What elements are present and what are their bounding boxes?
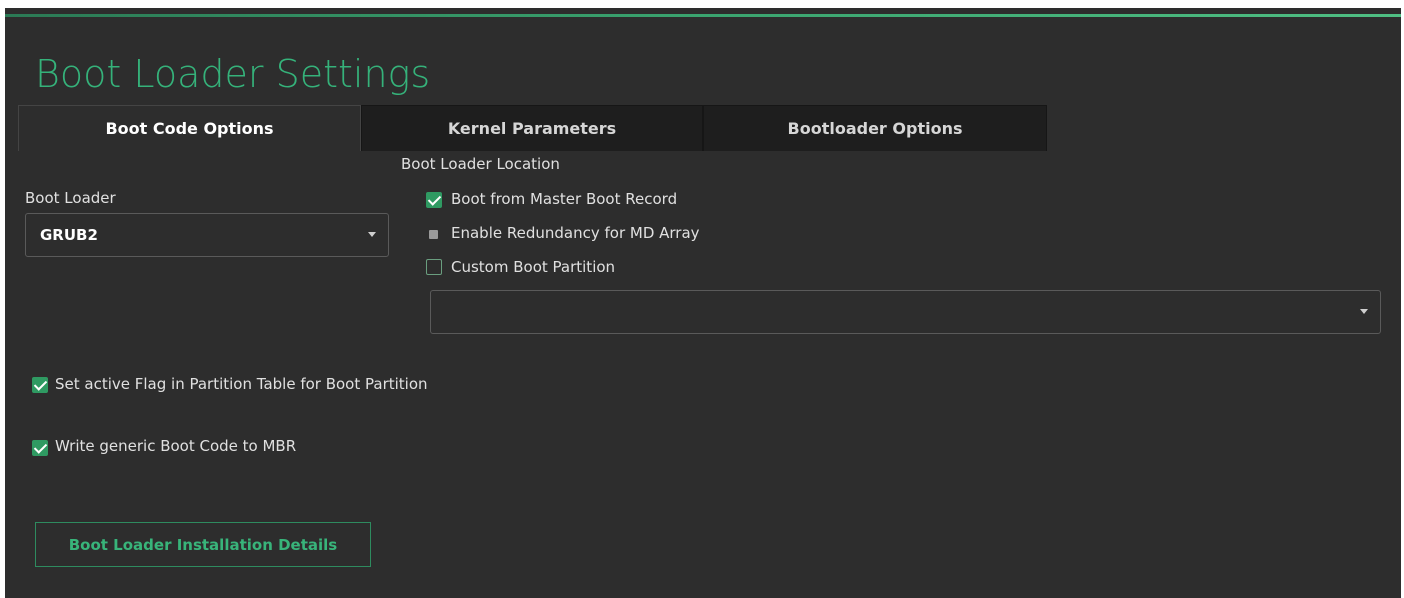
boot-loader-label: Boot Loader — [25, 189, 116, 207]
boot-loader-value: GRUB2 — [40, 226, 98, 244]
tab-label: Boot Code Options — [105, 119, 274, 138]
tab-label: Kernel Parameters — [447, 119, 617, 138]
mbr-label[interactable]: Boot from Master Boot Record — [451, 190, 677, 208]
boot-loader-select[interactable]: GRUB2 — [25, 213, 389, 257]
redundancy-checkbox[interactable] — [429, 230, 438, 239]
tab-kernel-parameters[interactable]: Kernel Parameters — [361, 105, 703, 151]
installation-details-button[interactable]: Boot Loader Installation Details — [35, 522, 371, 567]
chevron-down-icon — [368, 232, 376, 237]
custom-partition-label[interactable]: Custom Boot Partition — [451, 258, 615, 276]
tab-boot-code-options[interactable]: Boot Code Options — [18, 105, 361, 151]
main-window: Boot Loader Settings Boot Code Options K… — [5, 8, 1401, 598]
generic-code-checkbox[interactable] — [32, 440, 48, 456]
tab-bootloader-options[interactable]: Bootloader Options — [703, 105, 1047, 151]
chevron-down-icon — [1360, 309, 1368, 314]
tab-label: Bootloader Options — [787, 119, 963, 138]
page-title: Boot Loader Settings — [35, 52, 431, 96]
mbr-checkbox[interactable] — [426, 192, 442, 208]
accent-bar — [5, 14, 1401, 17]
generic-code-label[interactable]: Write generic Boot Code to MBR — [55, 437, 296, 455]
custom-partition-select[interactable] — [430, 290, 1381, 334]
active-flag-label[interactable]: Set active Flag in Partition Table for B… — [55, 375, 428, 393]
boot-loader-location-heading: Boot Loader Location — [401, 155, 560, 173]
installation-details-label: Boot Loader Installation Details — [68, 535, 338, 554]
redundancy-label[interactable]: Enable Redundancy for MD Array — [451, 224, 700, 242]
active-flag-checkbox[interactable] — [32, 377, 48, 393]
custom-partition-checkbox[interactable] — [426, 259, 442, 275]
top-border — [0, 0, 1404, 8]
